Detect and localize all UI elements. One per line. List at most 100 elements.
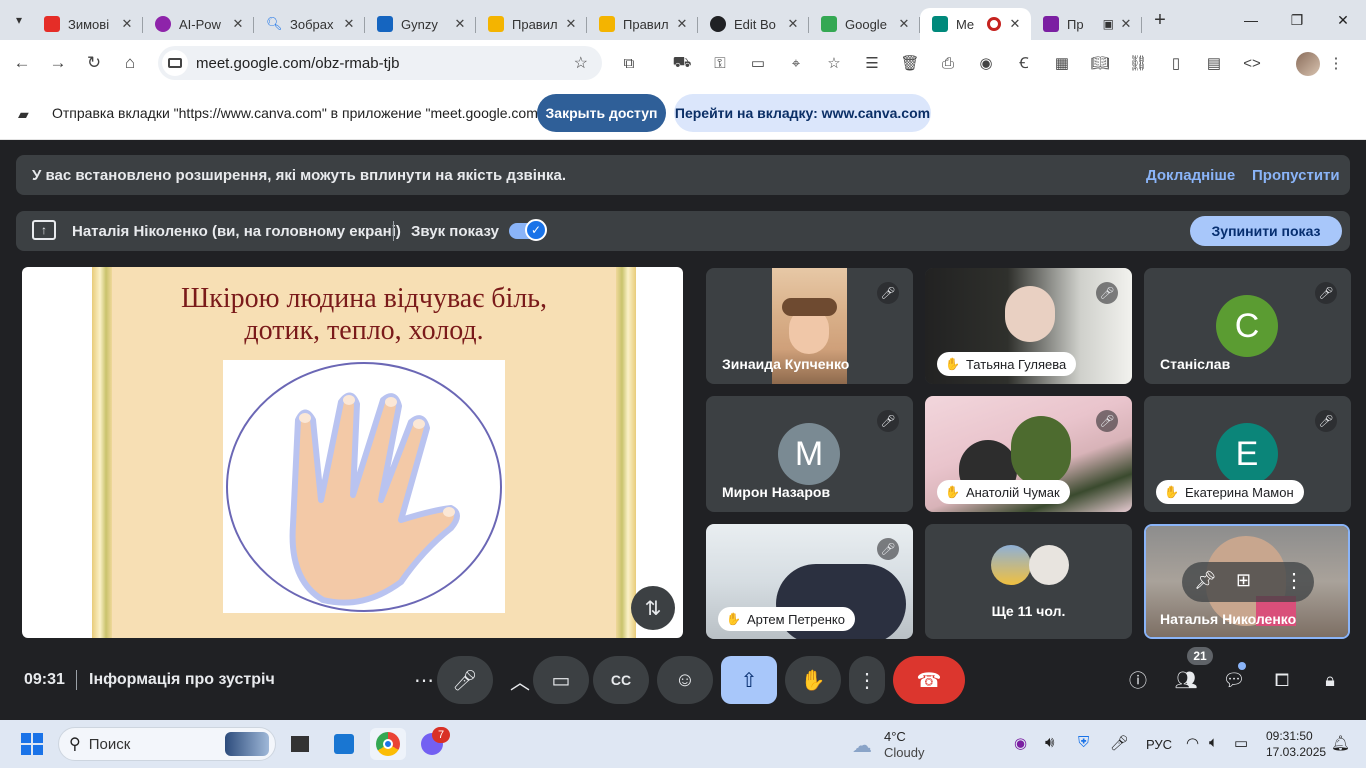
reader-icon[interactable]: ☰: [854, 45, 890, 81]
present-screen-button[interactable]: ⇧: [721, 656, 777, 704]
mic-tray-icon[interactable]: 🎤︎: [1110, 734, 1129, 752]
browser-tab-4[interactable]: Gynzy ✕: [365, 8, 476, 40]
meeting-info-label[interactable]: Інформація про зустріч: [89, 671, 275, 689]
car-icon[interactable]: ⛟: [664, 45, 700, 81]
camera-button[interactable]: ▭: [533, 656, 589, 704]
stop-presenting-button[interactable]: Зупинити показ: [1190, 216, 1342, 246]
raise-hand-button[interactable]: ✋: [785, 656, 841, 704]
browser-tab-8[interactable]: Google ✕: [809, 8, 920, 40]
code-icon[interactable]: <>: [1234, 45, 1270, 81]
screenshot-icon[interactable]: ◉: [968, 45, 1004, 81]
key-icon[interactable]: ⚿: [702, 45, 738, 81]
participant-tile[interactable]: 🎤︎ Зинаида Купченко: [706, 268, 913, 384]
taskbar-search[interactable]: ⚲ Поиск: [58, 727, 276, 761]
star-outline-icon[interactable]: ☆: [816, 45, 852, 81]
participant-tile[interactable]: М 🎤︎ Мирон Назаров: [706, 396, 913, 512]
more-participants-tile[interactable]: Ще 11 чол.: [925, 524, 1132, 639]
address-bar[interactable]: meet.google.com/obz-rmab-tjb ☆: [158, 46, 602, 80]
stop-sharing-button[interactable]: Закрыть доступ: [537, 94, 666, 132]
menu-dots-icon[interactable]: ⋮: [1318, 45, 1354, 81]
trash-icon[interactable]: 🗑︎: [892, 45, 928, 81]
close-icon[interactable]: ✕: [230, 16, 246, 32]
task-view-icon[interactable]: [282, 728, 318, 760]
leave-call-button[interactable]: ☎: [893, 656, 965, 704]
viber-tray-icon[interactable]: ◉: [1014, 734, 1027, 752]
windows-start-icon[interactable]: [14, 728, 50, 760]
language-indicator[interactable]: РУС: [1146, 737, 1172, 752]
taskbar-time[interactable]: 09:31:50: [1266, 729, 1313, 743]
site-info-icon[interactable]: [162, 50, 188, 76]
close-icon[interactable]: ✕: [119, 16, 135, 32]
browser-tab-6[interactable]: Правил ✕: [587, 8, 698, 40]
add-frame-icon[interactable]: ⊞: [1236, 570, 1251, 591]
participant-tile[interactable]: С 🎤︎ Станіслав: [1144, 268, 1351, 384]
activities-icon[interactable]: ⧠: [1266, 664, 1298, 696]
translate-icon[interactable]: Ꞓ: [1006, 45, 1042, 81]
reactions-button[interactable]: ☺: [657, 656, 713, 704]
more-options-icon[interactable]: ⋮: [1284, 568, 1304, 593]
store-icon[interactable]: [326, 728, 362, 760]
browser-tab-3[interactable]: 🔍︎ Зобрах ✕: [254, 8, 365, 40]
self-tile[interactable]: 📌︎ ⊞ ⋮ Наталья Николенко: [1144, 524, 1350, 639]
go-to-tab-button[interactable]: Перейти на вкладку: www.canva.com: [674, 94, 931, 132]
bookmark-star-icon[interactable]: ☆: [574, 53, 588, 73]
close-icon[interactable]: ✕: [785, 16, 801, 32]
participant-tile[interactable]: 🎤︎ ✋ Анатолій Чумак: [925, 396, 1132, 512]
reload-icon[interactable]: ↻: [76, 45, 112, 81]
maximize-button[interactable]: ❐: [1274, 0, 1320, 40]
qr-code-icon[interactable]: ▦: [1044, 45, 1080, 81]
notification-bell-icon[interactable]: 🔔︎: [1331, 734, 1350, 752]
learn-more-link[interactable]: Докладніше: [1146, 167, 1235, 184]
browser-tab-meet[interactable]: Me ✕: [920, 8, 1031, 40]
share-audio-toggle[interactable]: ✓: [509, 219, 547, 241]
location-icon[interactable]: ⌖: [778, 45, 814, 81]
close-icon[interactable]: ✕: [563, 16, 579, 32]
close-icon[interactable]: ✕: [674, 16, 690, 32]
wifi-icon[interactable]: ◠: [1186, 734, 1199, 752]
battery-icon[interactable]: ▭: [1234, 734, 1248, 752]
close-icon[interactable]: ✕: [341, 16, 357, 32]
volume-icon[interactable]: 🔈︎: [1209, 734, 1218, 751]
participant-tile[interactable]: Е 🎤︎ ✋ Екатерина Мамон: [1144, 396, 1351, 512]
participant-tile[interactable]: 🎤︎ ✋ Артем Петренко: [706, 524, 913, 639]
table-icon[interactable]: ▤: [1196, 45, 1232, 81]
microphone-button[interactable]: 🎤︎: [437, 656, 493, 704]
browser-tab-5[interactable]: Правил ✕: [476, 8, 587, 40]
extensions-icon[interactable]: ⧉: [611, 45, 647, 81]
meeting-details-icon[interactable]: ⓘ: [1122, 664, 1154, 696]
browser-tab-2[interactable]: AI-Pow ✕: [143, 8, 254, 40]
participant-tile[interactable]: 🎤︎ ✋ Татьяна Гуляева: [925, 268, 1132, 384]
taskbar-date[interactable]: 17.03.2025: [1266, 745, 1326, 759]
devices-icon[interactable]: ▯: [1158, 45, 1194, 81]
more-options-button[interactable]: ⋮: [849, 656, 885, 704]
close-icon[interactable]: ✕: [1007, 16, 1023, 32]
close-icon[interactable]: ✕: [452, 16, 468, 32]
reading-mode-icon[interactable]: 📖︎: [1082, 45, 1118, 81]
card-icon[interactable]: ▭: [740, 45, 776, 81]
captions-button[interactable]: CC: [593, 656, 649, 704]
speaker-icon[interactable]: 🔊︎: [1045, 734, 1054, 751]
minimize-button[interactable]: —: [1228, 0, 1274, 40]
slide-title-line-1: Шкірою людина відчуває біль,: [180, 283, 548, 314]
close-icon[interactable]: ✕: [1118, 16, 1134, 32]
chrome-taskbar-icon[interactable]: [370, 728, 406, 760]
close-window-button[interactable]: ✕: [1320, 0, 1366, 40]
browser-tab-1[interactable]: Зимові ✕: [32, 8, 143, 40]
new-tab-button[interactable]: +: [1146, 6, 1174, 34]
close-icon[interactable]: ✕: [896, 16, 912, 32]
chat-icon[interactable]: 💬︎: [1218, 664, 1250, 696]
security-icon[interactable]: ⛨: [1078, 734, 1089, 751]
forward-icon[interactable]: →: [40, 45, 76, 81]
host-controls-icon[interactable]: 🔒︎: [1314, 664, 1346, 696]
browser-tab-10[interactable]: Пр ▣ ✕: [1031, 8, 1142, 40]
print-icon[interactable]: ⎙: [930, 45, 966, 81]
skip-link[interactable]: Пропустити: [1252, 167, 1340, 184]
people-icon[interactable]: 👥︎: [1170, 664, 1202, 696]
pin-icon[interactable]: 📌︎: [1194, 570, 1217, 591]
link-icon[interactable]: ⛓: [1120, 45, 1156, 81]
back-icon[interactable]: ←: [4, 45, 40, 81]
swap-layout-button[interactable]: ⇅: [631, 586, 675, 630]
tab-search-button[interactable]: ▾: [6, 7, 32, 33]
browser-tab-7[interactable]: Edit Bo ✕: [698, 8, 809, 40]
home-icon[interactable]: ⌂: [112, 45, 148, 81]
